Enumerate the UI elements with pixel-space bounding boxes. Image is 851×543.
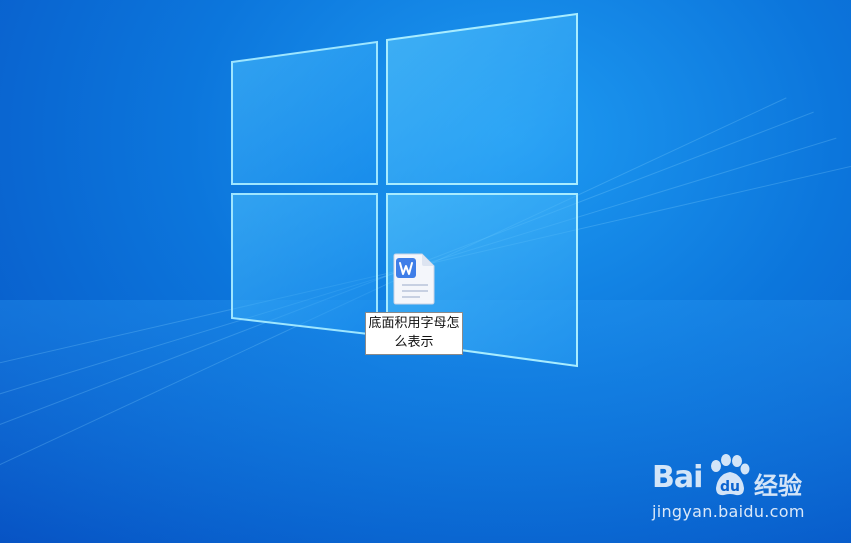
desktop[interactable]: 底面积用字母怎么表示 Bai du 经验 jingyan.baidu.com bbox=[0, 0, 851, 543]
baidu-jingyan-watermark: Bai du 经验 jingyan.baidu.com bbox=[652, 452, 812, 528]
watermark-url: jingyan.baidu.com bbox=[652, 502, 805, 521]
windows-logo-pane-top-left bbox=[231, 40, 378, 185]
watermark-brand: Bai bbox=[652, 460, 703, 495]
desktop-icon-label[interactable]: 底面积用字母怎么表示 bbox=[365, 312, 463, 355]
word-document-icon[interactable] bbox=[392, 252, 436, 306]
windows-logo-pane-top-right bbox=[386, 12, 578, 185]
baidu-paw-icon: du bbox=[711, 454, 750, 496]
svg-text:du: du bbox=[720, 479, 740, 495]
watermark-jingyan: 经验 bbox=[754, 472, 802, 500]
desktop-icon-word-document[interactable]: 底面积用字母怎么表示 bbox=[364, 252, 464, 355]
windows-logo-pane-bottom-left bbox=[231, 193, 378, 337]
